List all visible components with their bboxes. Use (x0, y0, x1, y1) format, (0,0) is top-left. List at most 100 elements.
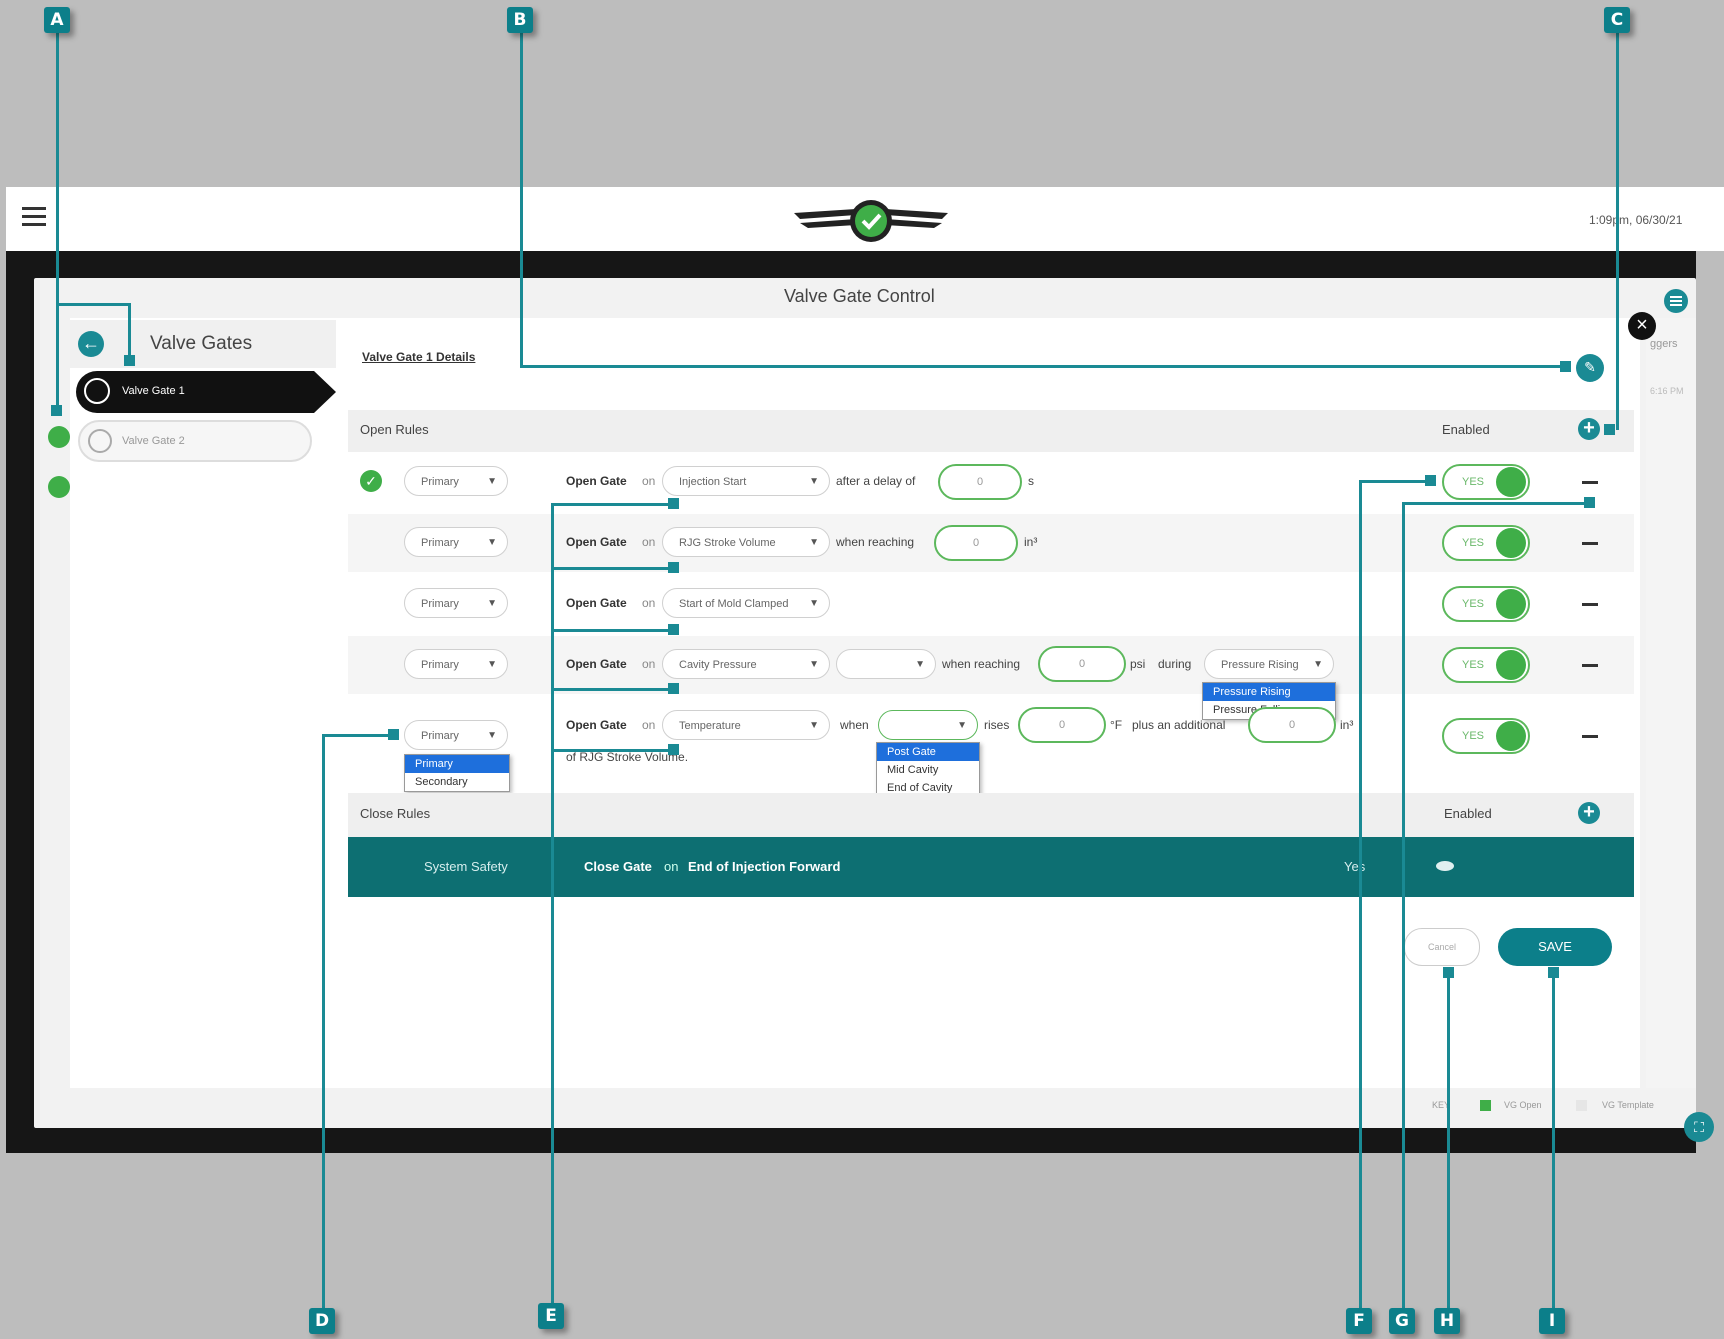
leader-line (56, 32, 59, 412)
leader-line (551, 629, 671, 632)
rule-when: when (840, 718, 869, 732)
location-list[interactable]: Post Gate Mid Cavity End of Cavity (876, 742, 980, 798)
add-close-rule-icon[interactable]: + (1578, 802, 1600, 824)
location-select[interactable]: ▼ (878, 710, 978, 740)
additional-volume-input[interactable]: 0 (1248, 707, 1336, 743)
rule-rises: rises (984, 718, 1010, 732)
callout-e: E (538, 1303, 564, 1329)
right-strip-time: 6:16 PM (1650, 386, 1684, 396)
remove-rule-icon[interactable] (1582, 542, 1598, 545)
sensor-select[interactable]: ▼ (836, 649, 936, 679)
sidebar-item-label: Valve Gate 2 (122, 435, 185, 447)
pressure-direction-select[interactable]: Pressure Rising ▼ (1204, 649, 1334, 679)
sidebar-item-valve-gate-2[interactable]: Valve Gate 2 (78, 420, 312, 462)
leader-end (124, 355, 135, 366)
priority-select[interactable]: Primary ▼ (404, 588, 508, 618)
remove-rule-icon[interactable] (1582, 735, 1598, 738)
priority-select[interactable]: Primary ▼ (404, 466, 508, 496)
leader-end (668, 744, 679, 755)
list-view-icon[interactable] (1664, 289, 1688, 313)
leader-end (1548, 967, 1559, 978)
remove-rule-icon[interactable] (1582, 603, 1598, 606)
callout-a: A (44, 7, 70, 33)
callout-g: G (1389, 1308, 1415, 1334)
option[interactable]: Mid Cavity (877, 761, 979, 779)
leader-line (1552, 972, 1555, 1316)
add-open-rule-icon[interactable]: + (1578, 418, 1600, 440)
enabled-toggle[interactable]: YES (1442, 464, 1530, 500)
rule-action: Open Gate (566, 535, 627, 549)
leader-end (668, 624, 679, 635)
fullscreen-icon[interactable]: ⛶ (1684, 1112, 1714, 1142)
enabled-toggle[interactable]: YES (1442, 718, 1530, 754)
callout-d: D (309, 1308, 335, 1334)
trigger-select[interactable]: Temperature ▼ (662, 710, 830, 740)
leader-end (668, 683, 679, 694)
close-icon[interactable]: × (1628, 312, 1656, 340)
pressure-input[interactable]: 0 (1038, 646, 1126, 682)
trigger-select[interactable]: RJG Stroke Volume ▼ (662, 527, 830, 557)
leader-line (551, 503, 671, 506)
view-eye-icon[interactable] (1436, 861, 1454, 871)
rule-action: Open Gate (566, 718, 627, 732)
leader-line (520, 365, 1566, 368)
leader-end (1560, 361, 1571, 372)
close-rules-header-bar (348, 793, 1634, 837)
close-rule-enabled: Yes (1344, 859, 1366, 874)
option[interactable]: Secondary (405, 773, 509, 791)
enabled-toggle[interactable]: YES (1442, 586, 1530, 622)
rule-unit: psi (1130, 657, 1146, 671)
close-rules-enabled-label: Enabled (1444, 806, 1492, 821)
priority-select[interactable]: Primary ▼ (404, 720, 508, 750)
open-rules-header: Open Rules (360, 422, 429, 437)
page-title: Valve Gate Control (784, 286, 935, 306)
leader-line (551, 503, 554, 1313)
rule-on: on (642, 535, 656, 549)
remove-rule-icon[interactable] (1582, 481, 1598, 484)
open-rules-enabled-label: Enabled (1442, 422, 1490, 437)
close-rule-row[interactable]: System Safety Close Gate on End of Injec… (348, 837, 1634, 897)
callout-h: H (1434, 1308, 1460, 1334)
trigger-select[interactable]: Start of Mold Clamped ▼ (662, 588, 830, 618)
enabled-toggle[interactable]: YES (1442, 647, 1530, 683)
cancel-button[interactable]: Cancel (1404, 928, 1480, 966)
leader-end (1443, 967, 1454, 978)
trigger-select[interactable]: Cavity Pressure ▼ (662, 649, 830, 679)
leader-line (551, 688, 671, 691)
leader-end (668, 498, 679, 509)
temperature-input[interactable]: 0 (1018, 707, 1106, 743)
sidebar-item-valve-gate-1[interactable]: Valve Gate 1 (76, 371, 336, 413)
remove-rule-icon[interactable] (1582, 664, 1598, 667)
leader-end (388, 729, 399, 740)
leader-line (1616, 32, 1619, 430)
delay-input[interactable]: 0 (938, 464, 1022, 500)
option[interactable]: Post Gate (877, 743, 979, 761)
hamburger-menu-icon[interactable] (22, 207, 46, 227)
volume-input[interactable]: 0 (934, 525, 1018, 561)
back-arrow-icon[interactable]: ← (78, 331, 104, 357)
option[interactable]: Primary (405, 755, 509, 773)
close-rules-header: Close Rules (360, 806, 431, 821)
leader-end (1584, 497, 1595, 508)
enabled-toggle[interactable]: YES (1442, 525, 1530, 561)
priority-list[interactable]: Primary Secondary (404, 754, 510, 792)
key-open-swatch (1480, 1100, 1491, 1111)
callout-b: B (507, 7, 533, 33)
leader-line (1359, 480, 1431, 483)
edit-pencil-icon[interactable]: ✎ (1576, 354, 1604, 382)
logo-icon (786, 193, 956, 249)
priority-select[interactable]: Primary ▼ (404, 527, 508, 557)
option[interactable]: Pressure Rising (1203, 683, 1335, 701)
key-template-label: VG Template (1602, 1100, 1654, 1110)
status-check-icon (48, 426, 70, 448)
save-button[interactable]: SAVE (1498, 928, 1612, 966)
trigger-select[interactable]: Injection Start ▼ (662, 466, 830, 496)
sidebar-item-label: Valve Gate 1 (122, 385, 185, 397)
rule-condition: when reaching (942, 657, 1021, 671)
leader-end (1604, 424, 1615, 435)
close-rule-action: Close Gate (584, 859, 652, 874)
valve-gate-icon (88, 429, 112, 453)
details-label: Valve Gate 1 Details (362, 350, 476, 364)
leader-line (1402, 502, 1405, 1316)
priority-select[interactable]: Primary ▼ (404, 649, 508, 679)
